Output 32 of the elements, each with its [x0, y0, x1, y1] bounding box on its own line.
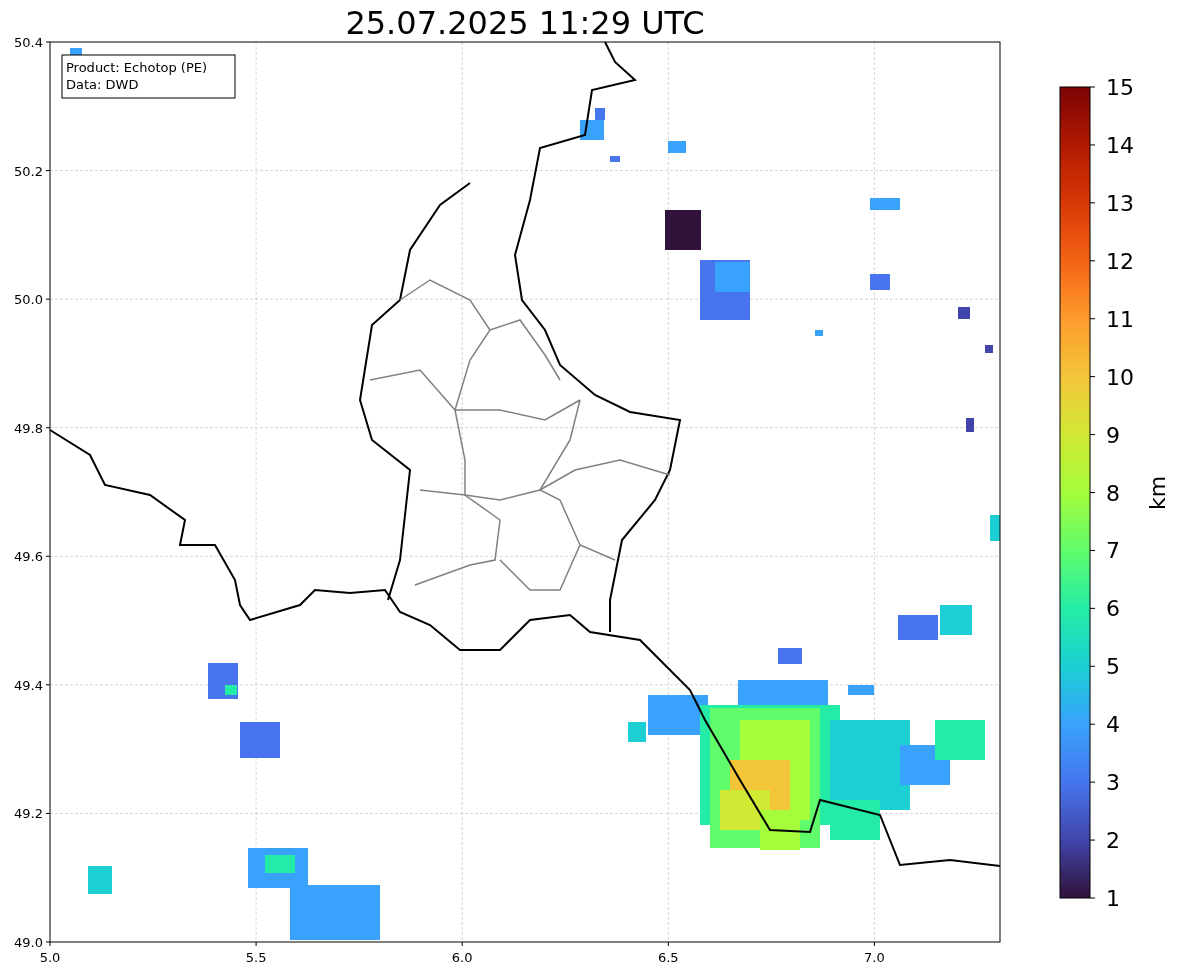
colorbar-tick-label: 7: [1106, 538, 1120, 564]
y-tick-label: 49.6: [14, 549, 43, 565]
colorbar-tick-label: 12: [1106, 248, 1134, 274]
colorbar-tick-label: 4: [1106, 712, 1120, 738]
x-tick-label: 6.5: [657, 950, 679, 965]
colorbar-tick-label: 8: [1106, 480, 1120, 506]
colorbar-tick-label: 15: [1106, 75, 1134, 100]
chart-title: 25.07.2025 11:29 UTC: [345, 4, 705, 42]
colorbar-tick-label: 11: [1106, 306, 1134, 332]
colorbar-tick-label: 3: [1106, 770, 1120, 796]
x-tick-label: 6.0: [451, 950, 473, 965]
y-tick-label: 50.2: [14, 163, 43, 179]
colorbar-tick-label: 2: [1106, 828, 1120, 854]
colorbar-tick-label: 13: [1106, 190, 1134, 216]
info-text: Product: Echotop (PE): [66, 60, 208, 75]
colorbar-tick-label: 5: [1106, 654, 1120, 680]
colorbar-tick-label: 1: [1106, 886, 1120, 911]
colorbar-tick-label: 10: [1106, 364, 1134, 390]
y-tick-label: 50.4: [14, 35, 43, 50]
x-tick-label: 7.0: [864, 950, 885, 965]
x-tick-label: 5.0: [39, 950, 61, 965]
colorbar-label: km: [1145, 475, 1170, 511]
y-tick-label: 50.0: [14, 292, 43, 308]
y-tick-label: 49.8: [14, 420, 43, 436]
colorbar-tick-label: 6: [1106, 596, 1120, 622]
x-tick-label: 5.5: [245, 950, 267, 965]
y-tick-label: 49.2: [14, 806, 43, 822]
info-text: Data: DWD: [66, 77, 139, 92]
y-tick-label: 49.4: [14, 677, 43, 693]
y-tick-label: 49.0: [14, 935, 43, 950]
colorbar-tick-label: 14: [1106, 132, 1134, 158]
colorbar-tick-label: 9: [1106, 422, 1120, 448]
